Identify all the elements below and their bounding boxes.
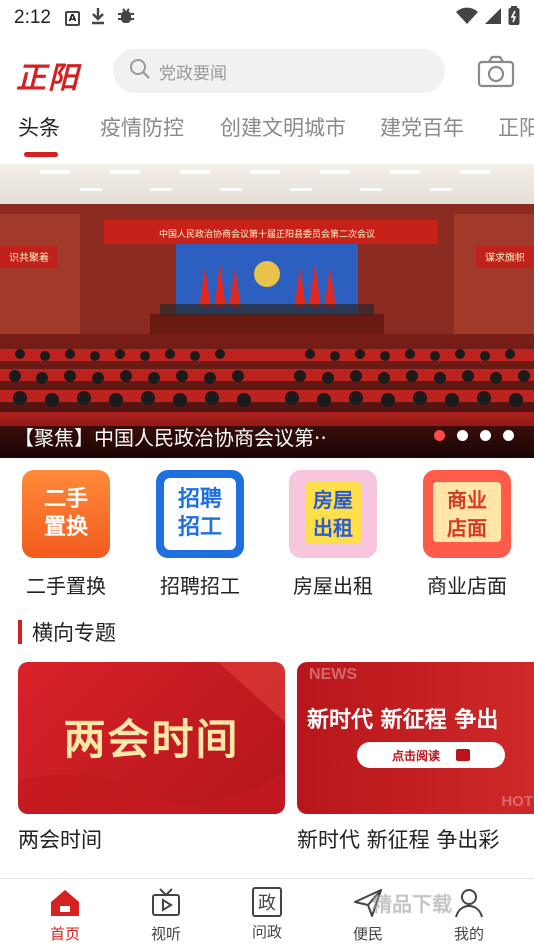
home-icon bbox=[49, 887, 81, 919]
topic-card-new-era[interactable]: NEWS 新时代 新征程 争出 点击阅读 HOT bbox=[297, 662, 534, 814]
app-header: 正阳 党政要闻 bbox=[0, 44, 534, 100]
app-screen: 2:12 A 正阳 党政要闻 头条 疫情防控 创建文明城市 建党百年 正阳 中国… bbox=[0, 0, 534, 951]
carousel-caption[interactable]: 【聚焦】中国人民政治协商会议第·· bbox=[14, 422, 394, 451]
status-time: 2:12 bbox=[14, 7, 51, 28]
section-header: 横向专题 bbox=[18, 618, 116, 646]
service-label: 二手置换 bbox=[26, 574, 106, 598]
service-label: 房屋出租 bbox=[293, 574, 373, 598]
tab-epidemic[interactable]: 疫情防控 bbox=[100, 112, 184, 142]
tab-civilized-city[interactable]: 创建文明城市 bbox=[220, 112, 346, 142]
signal-icon bbox=[484, 7, 502, 30]
news-tag: NEWS bbox=[309, 666, 357, 683]
status-bar: 2:12 A bbox=[0, 0, 534, 36]
hot-tag: HOT bbox=[501, 793, 533, 810]
stage-banner-text: 中国人民政治协商会议第十届正阳县委员会第二次会议 bbox=[159, 228, 375, 240]
category-tabs: 头条 疫情防控 创建文明城市 建党百年 正阳 bbox=[0, 106, 534, 158]
exchange-icon: 二手 置换 bbox=[22, 470, 110, 558]
service-recruit[interactable]: 招聘 招工 招聘招工 bbox=[145, 470, 255, 599]
download-icon bbox=[90, 7, 106, 30]
tab-party-centenary[interactable]: 建党百年 bbox=[380, 112, 464, 142]
recruit-icon: 招聘 招工 bbox=[156, 470, 244, 558]
search-icon bbox=[129, 58, 151, 84]
service-secondhand[interactable]: 二手 置换 二手置换 bbox=[11, 470, 121, 599]
nav-video[interactable]: 视听 bbox=[131, 887, 201, 944]
service-house-rent[interactable]: 房屋 出租 房屋出租 bbox=[278, 470, 388, 599]
section-accent-bar bbox=[18, 620, 22, 644]
carousel-dot-1[interactable] bbox=[434, 430, 445, 441]
read-button-label: 点击阅读 bbox=[391, 748, 440, 763]
carousel-pagination bbox=[434, 430, 514, 441]
nav-label: 我的 bbox=[453, 925, 484, 943]
bottom-navigation: 首页 视听 政 问政 便民 我的 bbox=[0, 878, 534, 951]
carousel-dot-3[interactable] bbox=[480, 430, 491, 441]
battery-icon bbox=[508, 5, 520, 31]
politics-icon: 政 bbox=[252, 887, 282, 917]
politics-icon-text: 政 bbox=[258, 893, 276, 914]
watermark: 精品下载 bbox=[372, 892, 452, 916]
service-shop[interactable]: 商业 店面 商业店面 bbox=[412, 470, 522, 599]
tab-zhengyang[interactable]: 正阳 bbox=[498, 112, 534, 142]
house-rent-icon-text: 房屋 出租 bbox=[313, 488, 353, 540]
nav-home[interactable]: 首页 bbox=[30, 887, 100, 944]
house-rent-icon: 房屋 出租 bbox=[289, 470, 377, 558]
side-banner-left: 识共聚着 bbox=[9, 251, 49, 264]
search-bar[interactable]: 党政要闻 bbox=[113, 49, 445, 93]
carousel-dot-2[interactable] bbox=[457, 430, 468, 441]
camera-icon[interactable] bbox=[477, 54, 515, 90]
user-icon bbox=[453, 887, 485, 919]
side-banner-right: 谋求旗帜 bbox=[485, 251, 525, 264]
topic-caption[interactable]: 新时代 新征程 争出彩 bbox=[297, 824, 499, 854]
service-grid: 二手 置换 二手置换 招聘 招工 招聘招工 房屋 出租 房屋出租 商业 店面 商业店面 bbox=[0, 470, 534, 605]
recruit-icon-text: 招聘 招工 bbox=[177, 487, 222, 540]
status-system-icons bbox=[456, 5, 520, 31]
topic-image-title: 两会时间 bbox=[63, 715, 240, 764]
tv-icon bbox=[150, 887, 182, 919]
notification-a-icon: A bbox=[64, 10, 80, 26]
nav-label: 便民 bbox=[352, 925, 383, 943]
search-placeholder: 党政要闻 bbox=[159, 63, 227, 84]
status-notification-icons: A bbox=[64, 6, 136, 31]
carousel-caption-bar[interactable]: 【聚焦】中国人民政治协商会议第·· bbox=[0, 410, 534, 458]
shop-icon-text: 商业 店面 bbox=[447, 488, 487, 540]
exchange-icon-text: 二手 置换 bbox=[43, 487, 88, 540]
app-logo[interactable]: 正阳 bbox=[16, 53, 80, 97]
tab-headlines[interactable]: 头条 bbox=[18, 112, 60, 142]
nav-label: 视听 bbox=[150, 925, 181, 943]
service-label: 招聘招工 bbox=[160, 574, 240, 598]
cursor-icon bbox=[456, 749, 470, 761]
nav-label: 问政 bbox=[251, 923, 282, 941]
bug-icon bbox=[116, 6, 136, 31]
service-label: 商业店面 bbox=[427, 574, 507, 598]
wifi-icon bbox=[456, 7, 478, 30]
nav-politics[interactable]: 政 问政 bbox=[232, 887, 302, 942]
topic-card-two-sessions[interactable]: 两会时间 bbox=[18, 662, 285, 814]
carousel-dot-4[interactable] bbox=[503, 430, 514, 441]
shop-icon: 商业 店面 bbox=[423, 470, 511, 558]
nav-label: 首页 bbox=[49, 925, 80, 943]
active-tab-indicator bbox=[24, 152, 58, 157]
topic-caption[interactable]: 两会时间 bbox=[18, 824, 102, 854]
read-button[interactable]: 点击阅读 bbox=[357, 742, 505, 768]
section-title: 横向专题 bbox=[32, 621, 116, 645]
topic-image-title: 新时代 新征程 争出 bbox=[307, 708, 499, 733]
